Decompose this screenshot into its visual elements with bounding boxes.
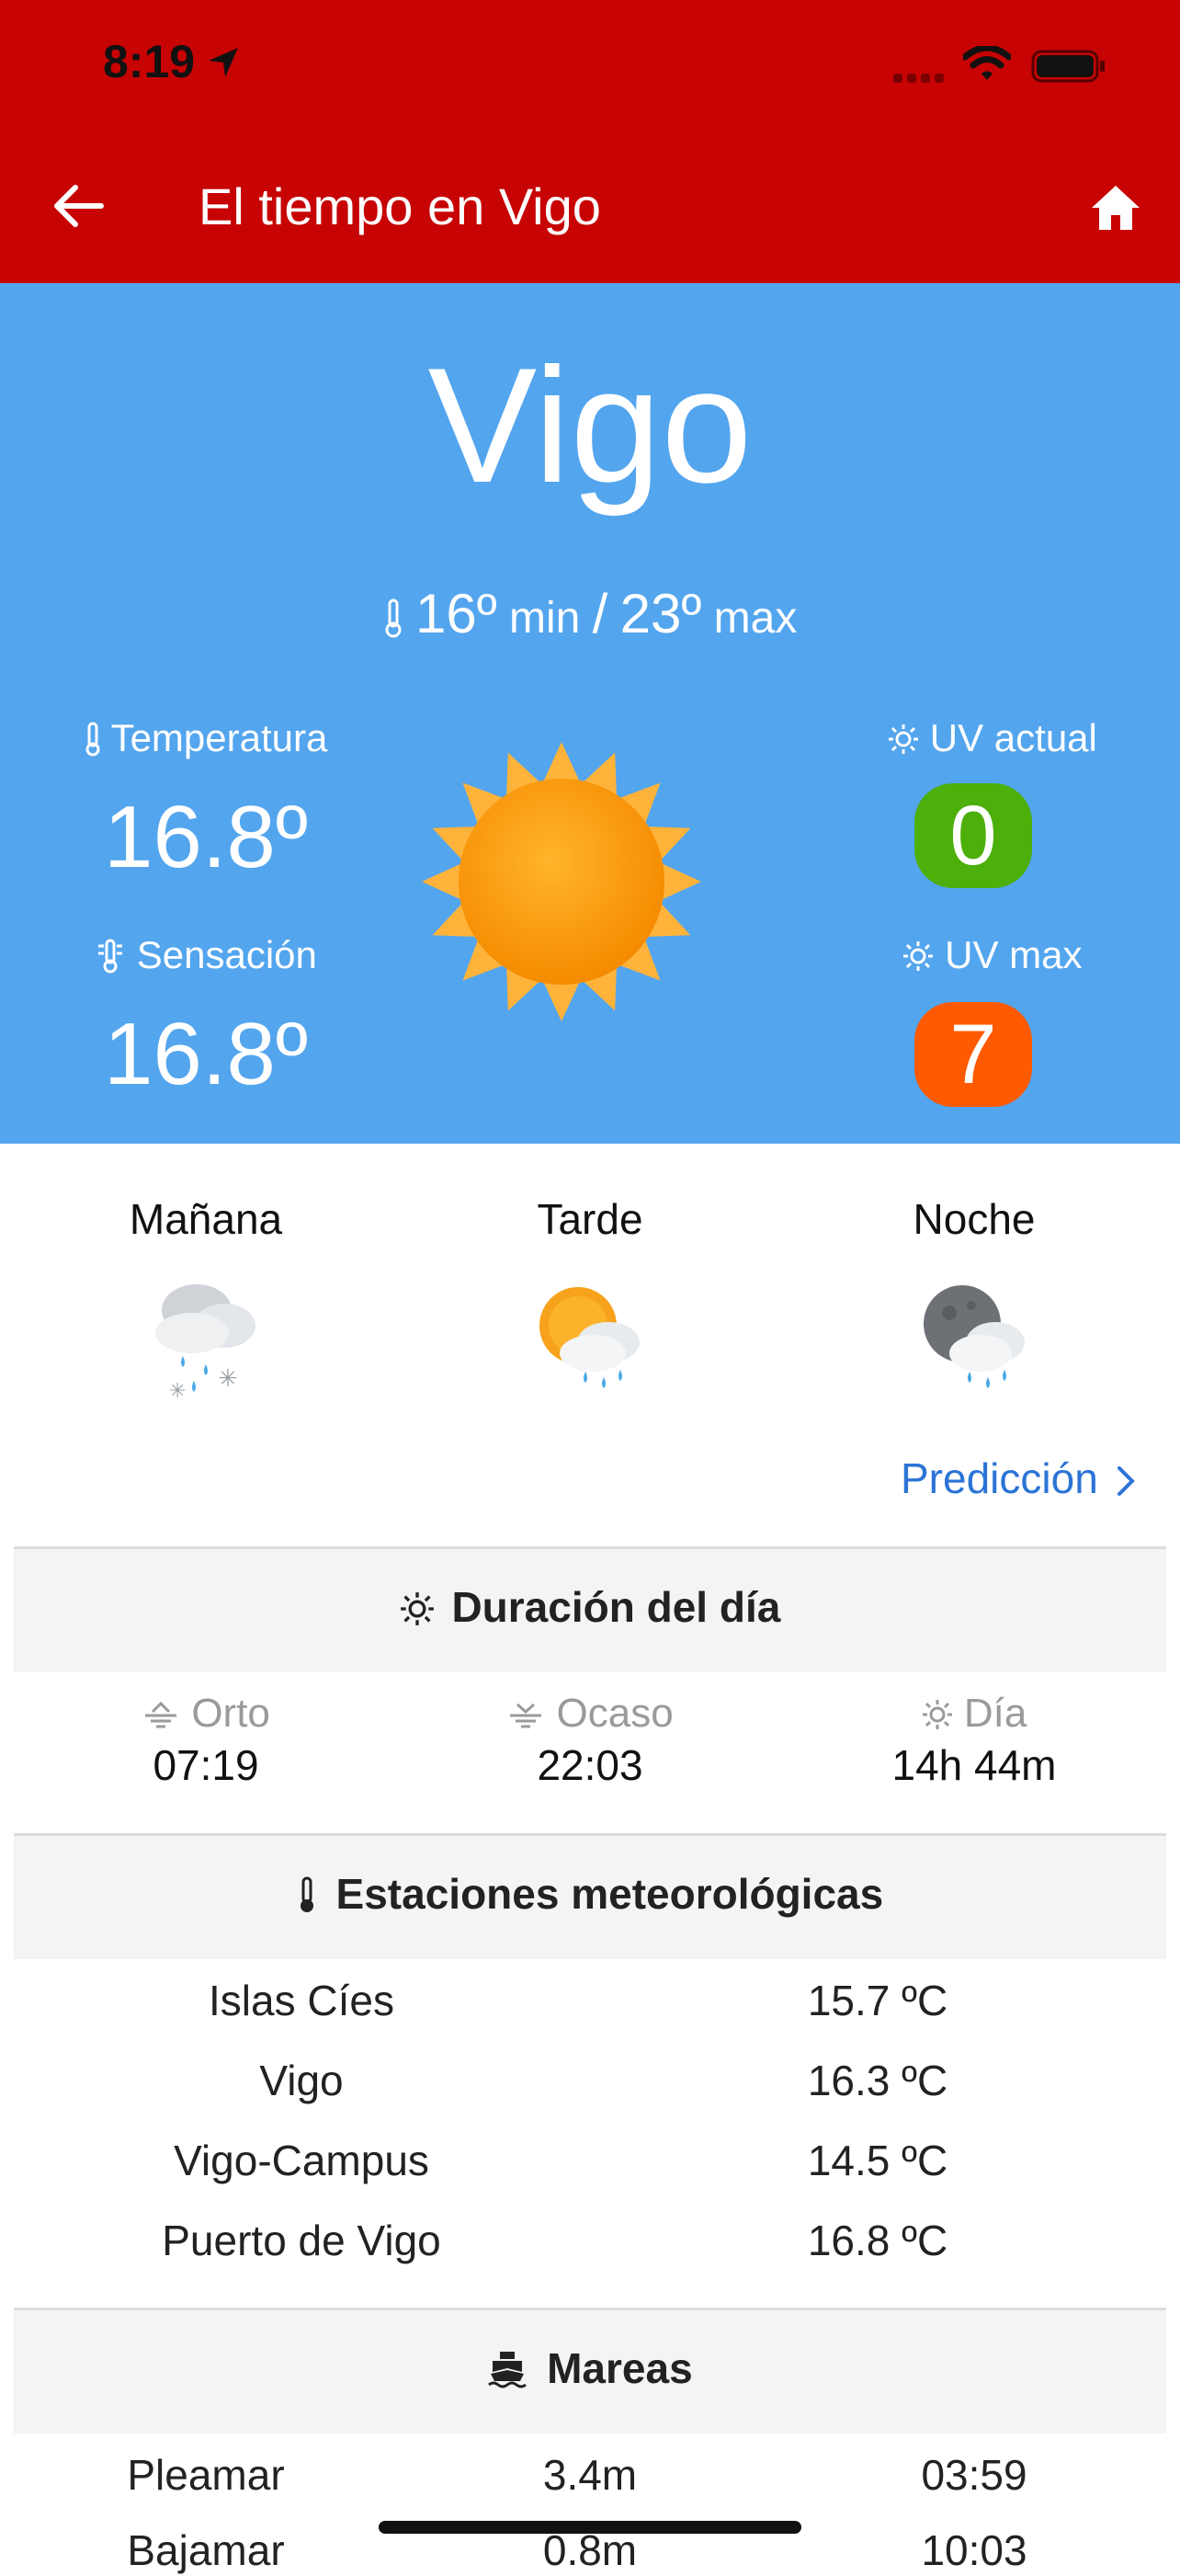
feels-like-label-group: Sensación <box>22 932 390 978</box>
station-temp: 15.7 ºC <box>807 1977 948 2024</box>
tides-title: Mareas <box>547 2344 693 2392</box>
temperature-label-group: Temperatura <box>22 715 390 761</box>
prediction-link[interactable]: Predicción <box>901 1451 1136 1506</box>
feels-like-label: Sensación <box>136 933 317 976</box>
station-name: Puerto de Vigo <box>162 2217 441 2264</box>
sun-cloud-rain-icon <box>539 1287 640 1388</box>
ship-icon <box>488 2352 528 2388</box>
daylight-label-group: Día <box>781 1690 1167 1738</box>
daylight-value: 14h 44m <box>891 1741 1057 1789</box>
tides-title-group: Mareas <box>14 2341 1166 2396</box>
thermometer-icon <box>385 598 402 638</box>
sunrise-icon <box>145 1701 177 1728</box>
day-part-morning-label: Mañana <box>129 1195 283 1243</box>
thermometer-icon <box>300 1876 313 1912</box>
back-arrow-icon[interactable] <box>48 177 107 235</box>
cellular-signal-icon <box>893 74 944 83</box>
sunrise-label: Orto <box>191 1691 270 1736</box>
station-name: Islas Cíes <box>209 1977 394 2024</box>
uv-max-label-group: UV max <box>809 932 1176 978</box>
wifi-icon <box>963 46 1011 80</box>
sunrise-value: 07:19 <box>153 1741 259 1789</box>
day-duration-title: Duración del día <box>451 1583 781 1631</box>
sunset-label: Ocaso <box>556 1691 674 1736</box>
uv-max-badge: 7 <box>914 1002 1032 1107</box>
tide-time: 10:03 <box>921 2526 1027 2574</box>
cloud-rain-snow-icon: ✳ ✳ <box>155 1284 255 1403</box>
feels-like-value: 16.8º <box>104 1005 308 1103</box>
uv-current-label: UV actual <box>929 716 1097 759</box>
station-name: Vigo-Campus <box>174 2137 429 2184</box>
sunset-label-group: Ocaso <box>397 1690 783 1738</box>
status-time: 8:19 <box>103 36 196 87</box>
sunset-value: 22:03 <box>537 1741 643 1789</box>
sunset-icon <box>510 1703 542 1728</box>
min-max-temperature: 16º min / 23º max <box>0 577 1180 655</box>
battery-icon <box>1031 50 1105 83</box>
location-arrow-icon <box>209 48 238 77</box>
day-part-night-label: Noche <box>913 1195 1036 1243</box>
uv-current-label-group: UV actual <box>809 715 1176 761</box>
temperature-label: Temperatura <box>110 716 328 759</box>
stations-title: Estaciones meteorológicas <box>335 1870 884 1918</box>
uv-max-label: UV max <box>945 933 1083 976</box>
svg-text:✳: ✳ <box>169 1380 186 1403</box>
nav-title: El tiempo en Vigo <box>199 177 601 235</box>
temperature-value: 16.8º <box>104 788 308 886</box>
sun-icon <box>922 1700 952 1729</box>
sun-small-icon <box>400 1592 434 1625</box>
city-name: Vigo <box>427 334 753 517</box>
tide-type: Pleamar <box>127 2451 285 2499</box>
sun-small-icon <box>903 941 934 971</box>
prediction-link-label: Predicción <box>901 1454 1098 1502</box>
max-label: max <box>713 594 798 643</box>
min-max-separator: / <box>592 583 608 644</box>
sun-small-icon <box>889 724 919 754</box>
sun-icon <box>422 742 701 1021</box>
thermometer-icon <box>85 722 100 757</box>
station-temp: 14.5 ºC <box>807 2137 948 2184</box>
station-temp: 16.3 ºC <box>807 2057 948 2104</box>
uv-current-badge: 0 <box>914 783 1032 888</box>
tide-height: 3.4m <box>542 2451 638 2499</box>
min-temperature: 16º <box>414 583 497 644</box>
tide-time: 03:59 <box>921 2451 1027 2499</box>
day-part-afternoon-label: Tarde <box>537 1195 643 1243</box>
min-label: min <box>508 594 581 643</box>
moon-cloud-rain-icon <box>924 1285 1025 1388</box>
home-icon[interactable] <box>1088 180 1143 235</box>
feels-like-thermometer-icon <box>98 939 123 974</box>
home-indicator <box>379 2521 801 2534</box>
sunrise-label-group: Orto <box>13 1690 399 1738</box>
daylight-label: Día <box>963 1691 1027 1736</box>
svg-text:✳: ✳ <box>218 1365 238 1393</box>
max-temperature: 23º <box>619 583 702 644</box>
station-name: Vigo <box>259 2057 344 2104</box>
station-temp: 16.8 ºC <box>807 2217 948 2264</box>
stations-title-group: Estaciones meteorológicas <box>14 1866 1166 1921</box>
day-duration-title-group: Duración del día <box>14 1579 1166 1635</box>
tide-type: Bajamar <box>127 2526 285 2574</box>
chevron-right-icon <box>1117 1466 1135 1496</box>
